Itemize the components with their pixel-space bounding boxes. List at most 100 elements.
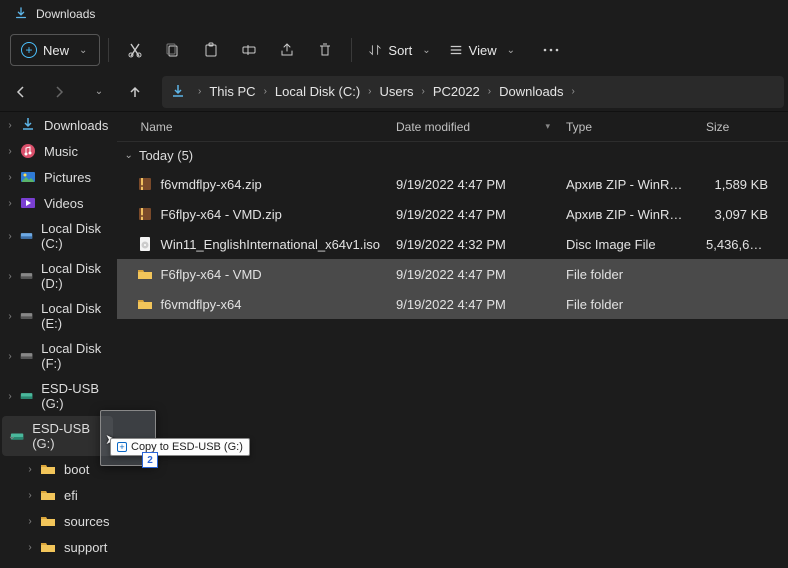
chevron-icon[interactable]: [4, 391, 16, 402]
file-name: f6vmdflpy-x64.zip: [161, 177, 262, 192]
file-row[interactable]: F6flpy-x64 - VMD9/19/2022 4:47 PMFile fo…: [117, 259, 788, 289]
chevron-right-icon: ›: [194, 86, 205, 97]
col-date[interactable]: Date modified▾: [388, 120, 558, 134]
folder-icon: [137, 296, 153, 312]
crumb[interactable]: Users: [376, 84, 418, 99]
sidebar-label: Pictures: [44, 170, 91, 185]
sidebar-item[interactable]: ESD-USB (G:): [0, 376, 117, 416]
sidebar-item[interactable]: Local Disk (E:): [0, 296, 117, 336]
chevron-icon[interactable]: [24, 542, 36, 553]
sidebar-label: ESD-USB (G:): [32, 421, 106, 451]
file-name: f6vmdflpy-x64: [161, 297, 242, 312]
chevron-icon[interactable]: [24, 464, 36, 475]
sidebar-item[interactable]: Pictures: [0, 164, 117, 190]
sidebar-item[interactable]: sources: [0, 508, 117, 534]
downloads-icon: [14, 7, 28, 21]
drive-icon: [20, 268, 33, 284]
sort-button[interactable]: Sort ⌄: [360, 34, 438, 66]
sidebar-item[interactable]: Videos: [0, 190, 117, 216]
chevron-right-icon: ›: [417, 86, 428, 97]
drive-icon: [20, 308, 33, 324]
crumb[interactable]: Downloads: [495, 84, 567, 99]
drive-c-icon: [20, 228, 33, 244]
rename-button[interactable]: [231, 34, 267, 66]
view-label: View: [469, 43, 497, 58]
sidebar-label: Videos: [44, 196, 84, 211]
cut-button[interactable]: [117, 34, 153, 66]
more-button[interactable]: [533, 34, 569, 66]
chevron-icon[interactable]: [4, 351, 16, 362]
chevron-icon[interactable]: [4, 146, 16, 157]
chevron-down-icon: ⌄: [79, 45, 87, 56]
sidebar-item[interactable]: boot: [0, 456, 117, 482]
chevron-down-icon: ⌄: [507, 45, 515, 56]
pictures-icon: [20, 169, 36, 185]
sidebar-item[interactable]: Downloads: [0, 112, 117, 138]
recent-button[interactable]: ⌄: [80, 75, 114, 109]
sidebar-label: Local Disk (F:): [41, 341, 110, 371]
breadcrumb[interactable]: › This PC › Local Disk (C:) › Users › PC…: [162, 76, 784, 108]
copy-button[interactable]: [155, 34, 191, 66]
file-type: Disc Image File: [558, 237, 698, 252]
delete-button[interactable]: [307, 34, 343, 66]
file-type: File folder: [558, 297, 698, 312]
sidebar-item[interactable]: ESD-USB (G:): [2, 416, 113, 456]
chevron-icon[interactable]: [4, 172, 16, 183]
sidebar-item[interactable]: Local Disk (C:): [0, 216, 117, 256]
forward-button[interactable]: [42, 75, 76, 109]
sort-label: Sort: [388, 43, 412, 58]
divider: [108, 38, 109, 62]
address-bar: ⌄ › This PC › Local Disk (C:) › Users › …: [0, 72, 788, 112]
sidebar-item[interactable]: support: [0, 534, 117, 560]
sidebar-item[interactable]: Local Disk (F:): [0, 336, 117, 376]
crumb[interactable]: Local Disk (C:): [271, 84, 364, 99]
file-date: 9/19/2022 4:47 PM: [388, 177, 558, 192]
downloads-icon: [170, 84, 186, 100]
chevron-right-icon: ›: [364, 86, 375, 97]
file-date: 9/19/2022 4:47 PM: [388, 267, 558, 282]
chevron-icon[interactable]: [4, 311, 16, 322]
col-name[interactable]: Name: [117, 120, 388, 134]
toolbar: + New ⌄ Sort ⌄ View ⌄: [0, 28, 788, 72]
file-name: Win11_EnglishInternational_x64v1.iso: [161, 237, 380, 252]
chevron-icon[interactable]: [4, 271, 16, 282]
file-row[interactable]: Win11_EnglishInternational_x64v1.iso9/19…: [117, 229, 788, 259]
file-type: File folder: [558, 267, 698, 282]
sidebar-label: Downloads: [44, 118, 108, 133]
new-label: New: [43, 43, 69, 58]
back-button[interactable]: [4, 75, 38, 109]
chevron-right-icon: ›: [484, 86, 495, 97]
sidebar-item[interactable]: Music: [0, 138, 117, 164]
file-row[interactable]: F6flpy-x64 - VMD.zip9/19/2022 4:47 PMАрх…: [117, 199, 788, 229]
window-title: Downloads: [36, 7, 95, 21]
titlebar: Downloads: [0, 0, 788, 28]
new-button[interactable]: + New ⌄: [10, 34, 100, 66]
crumb[interactable]: This PC: [205, 84, 259, 99]
chevron-icon[interactable]: [24, 490, 36, 501]
crumb[interactable]: PC2022: [429, 84, 484, 99]
chevron-icon[interactable]: [4, 120, 16, 131]
music-icon: [20, 143, 36, 159]
chevron-icon[interactable]: [24, 516, 36, 527]
share-button[interactable]: [269, 34, 305, 66]
group-label: Today (5): [139, 148, 193, 163]
col-size[interactable]: Size: [698, 120, 788, 134]
chevron-icon[interactable]: [4, 231, 16, 242]
up-button[interactable]: [118, 75, 152, 109]
file-row[interactable]: f6vmdflpy-x649/19/2022 4:47 PMFile folde…: [117, 289, 788, 319]
chevron-icon[interactable]: [6, 431, 18, 442]
sidebar-item[interactable]: Local Disk (D:): [0, 256, 117, 296]
group-header[interactable]: ⌄ Today (5): [117, 142, 788, 169]
col-type[interactable]: Type: [558, 120, 698, 134]
sidebar-label: Local Disk (D:): [41, 261, 111, 291]
column-headers: Name Date modified▾ Type Size: [117, 112, 788, 142]
file-row[interactable]: f6vmdflpy-x64.zip 9/19/2022 4:47 PMАрхив …: [117, 169, 788, 199]
chevron-down-icon: ⌄: [125, 150, 133, 161]
chevron-icon[interactable]: [4, 198, 16, 209]
view-button[interactable]: View ⌄: [441, 34, 523, 66]
file-type: Архив ZIP - WinR…: [558, 177, 698, 192]
paste-button[interactable]: [193, 34, 229, 66]
sidebar-item[interactable]: efi: [0, 482, 117, 508]
downloads-icon: [20, 117, 36, 133]
folder-icon: [40, 461, 56, 477]
